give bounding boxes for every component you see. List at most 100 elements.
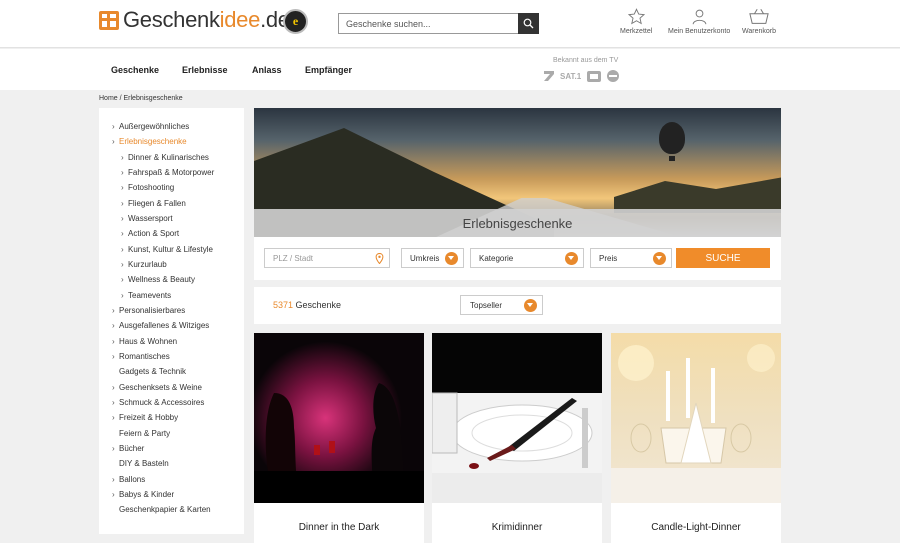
sidebar-item[interactable]: DIY & Basteln [112,459,169,468]
search-input[interactable] [339,14,519,33]
sidebar-item[interactable]: › Außergewöhnliches [112,122,189,131]
sidebar-item-label: Erlebnisgeschenke [119,137,187,147]
sidebar-item[interactable]: › Wassersport [121,214,173,223]
top-header: Geschenkidee.de e Merkzettel Mein Benutz… [0,0,900,48]
sidebar-item[interactable]: › Fliegen & Fallen [121,199,186,208]
sidebar-item[interactable]: › Geschenksets & Weine [112,383,202,392]
chevron-right-icon: › [112,305,115,315]
chevron-down-icon [653,252,666,265]
sidebar-item[interactable]: Feiern & Party [112,429,170,438]
sidebar-item[interactable]: › Kurzurlaub [121,260,167,269]
category-sidebar: › Außergewöhnliches › Erlebnisgeschenke › Din… [99,108,244,534]
filter-bar: PLZ / Stadt Umkreis Kategorie Preis SUCH… [254,237,781,280]
chevron-right-icon: › [112,489,115,499]
radius-select[interactable]: Umkreis [401,248,464,268]
sidebar-item[interactable]: › Wellness & Beauty [121,275,195,284]
results-count: 5371 Geschenke [273,300,341,310]
sidebar-item[interactable]: › Romantisches [112,352,170,361]
tv-logos: SAT.1 [544,70,620,82]
sidebar-item-label: Freizeit & Hobby [119,413,179,423]
sidebar-item[interactable]: › Kunst, Kultur & Lifestyle [121,245,213,254]
breadcrumb[interactable]: Home / Erlebnisgeschenke [99,95,183,102]
sort-select[interactable]: Topseller [460,295,543,315]
search-button[interactable] [518,13,539,34]
search-submit-button[interactable]: SUCHE [676,248,770,268]
sidebar-item[interactable]: › Erlebnisgeschenke [112,137,187,146]
logo-text: Geschenkidee.de [123,7,290,32]
product-image[interactable] [432,333,602,503]
category-value: Kategorie [479,253,514,263]
sidebar-item[interactable]: Geschenkpapier & Karten [112,505,211,514]
product-title[interactable]: Candle-Light-Dinner [611,522,781,533]
product-card[interactable]: Dinner in the Dark [254,333,424,543]
price-select[interactable]: Preis [590,248,672,268]
wishlist-link[interactable]: Merkzettel [620,8,652,35]
cart-label: Warenkorb [742,28,776,35]
sidebar-item[interactable]: › Personalisierbares [112,306,185,315]
trusted-shops-badge[interactable]: e [283,9,308,34]
chevron-right-icon: › [121,198,124,208]
sidebar-item[interactable]: › Fahrspaß & Motorpower [121,168,214,177]
pro7-logo-icon [544,71,554,81]
sidebar-item-label: Action & Sport [128,229,180,239]
nav-item-geschenke[interactable]: Geschenke [111,65,159,75]
sidebar-item-label: Bücher [119,443,145,453]
sidebar-item[interactable]: › Teamevents [121,291,171,300]
radius-value: Umkreis [410,253,440,263]
sidebar-item[interactable]: › Ausgefallenes & Witziges [112,321,209,330]
sidebar-item-label: Geschenkpapier & Karten [119,505,211,515]
sidebar-item[interactable]: › Ballons [112,475,145,484]
user-icon [692,9,706,25]
sidebar-item-label: Fliegen & Fallen [128,198,186,208]
sidebar-item[interactable]: › Dinner & Kulinarisches [121,153,209,162]
product-card[interactable]: Candle-Light-Dinner [611,333,781,543]
sidebar-item[interactable]: › Haus & Wohnen [112,337,177,346]
search-box [338,13,539,34]
chevron-right-icon: › [121,167,124,177]
sidebar-item[interactable]: Gadgets & Technik [112,367,186,376]
category-select[interactable]: Kategorie [470,248,584,268]
wishlist-label: Merkzettel [620,28,653,35]
tv-label: Bekannt aus dem TV [553,57,619,64]
hero-title: Erlebnisgeschenke [254,209,781,237]
sidebar-item-label: Ausgefallenes & Witziges [119,321,210,331]
chevron-right-icon: › [121,183,124,193]
results-bar: 5371 Geschenke Topseller [254,287,781,324]
channel-logo-icon [607,70,620,82]
product-title[interactable]: Dinner in the Dark [254,522,424,533]
product-card[interactable]: Krimidinner [432,333,602,543]
price-value: Preis [599,253,618,263]
sidebar-item[interactable]: › Bücher [112,444,144,453]
sidebar-item[interactable]: › Freizeit & Hobby [112,413,178,422]
account-link[interactable]: Mein Benutzerkonto [668,8,730,35]
chevron-right-icon: › [112,413,115,423]
chevron-down-icon [524,299,537,312]
sat1-logo: SAT.1 [560,71,582,81]
chevron-right-icon: › [112,443,115,453]
sidebar-item[interactable]: › Fotoshooting [121,183,174,192]
product-title[interactable]: Krimidinner [432,522,602,533]
sidebar-item-label: Kurzurlaub [128,259,167,269]
sidebar-item-label: Fotoshooting [128,183,175,193]
sidebar-item-label: Außergewöhnliches [119,122,190,131]
nav-item-anlass[interactable]: Anlass [252,65,282,75]
product-image[interactable] [254,333,424,503]
sort-value: Topseller [470,300,503,310]
chevron-right-icon: › [121,259,124,269]
sidebar-item[interactable]: › Schmuck & Accessoires [112,398,204,407]
basket-icon [749,8,769,24]
location-input[interactable]: PLZ / Stadt [264,248,390,268]
nav-item-erlebnisse[interactable]: Erlebnisse [182,65,228,75]
results-count-label: Geschenke [293,300,342,310]
nav-item-empfaenger[interactable]: Empfänger [305,65,352,75]
chevron-right-icon: › [112,137,115,147]
site-logo[interactable]: Geschenkidee.de [99,7,290,33]
results-count-number: 5371 [273,300,294,310]
cart-link[interactable]: Warenkorb [742,8,776,35]
sidebar-item[interactable]: › Action & Sport [121,229,179,238]
sidebar-item[interactable]: › Babys & Kinder [112,490,174,499]
chevron-right-icon: › [112,382,115,392]
chevron-right-icon: › [112,122,115,131]
product-image[interactable] [611,333,781,503]
hero-banner: Erlebnisgeschenke [254,108,781,237]
